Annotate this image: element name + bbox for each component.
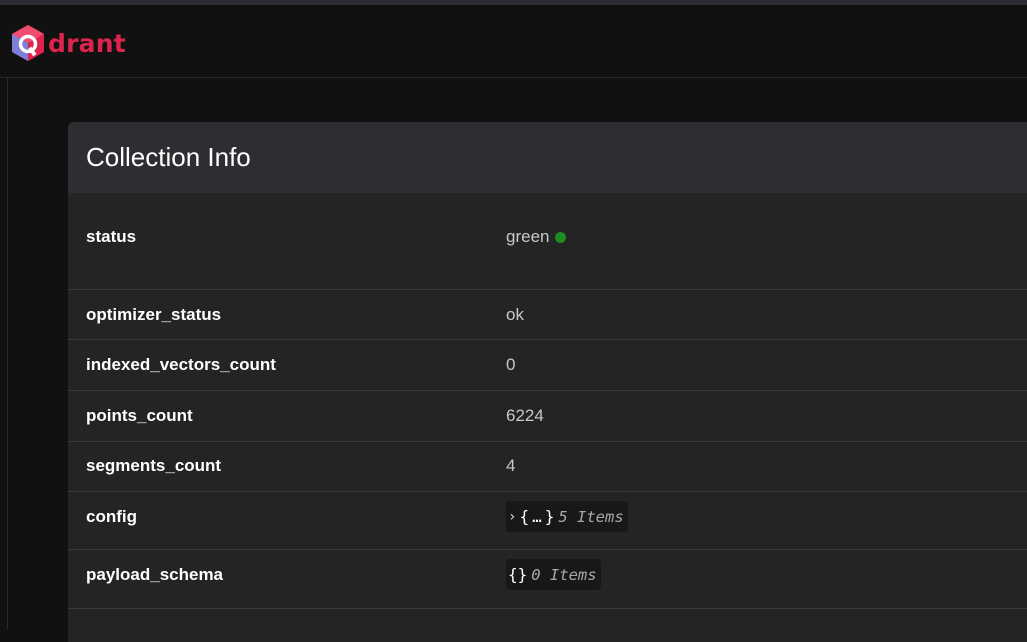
qdrant-cube-icon [12, 25, 44, 61]
empty-braces: {} [508, 565, 528, 584]
info-row-segments-count: segments_count 4 [68, 442, 1027, 492]
status-value: green [506, 227, 550, 246]
chevron-right-icon[interactable]: › [508, 509, 516, 525]
item-count: 5 Items [558, 507, 624, 526]
row-key: payload_schema [86, 565, 224, 584]
row-key: status [86, 227, 137, 246]
row-value: green [506, 227, 567, 247]
info-row-points-count: points_count 6224 [68, 391, 1027, 442]
row-value: 4 [506, 456, 516, 475]
row-key: indexed_vectors_count [86, 355, 276, 374]
close-brace: } [544, 507, 555, 526]
open-brace: { [519, 507, 530, 526]
row-value: › { … } 5 Items [506, 501, 628, 532]
app-header: drant [0, 5, 1027, 78]
row-key: config [86, 507, 137, 526]
sidebar-divider [7, 78, 8, 630]
info-row-status: status green [68, 193, 1027, 290]
card-title: Collection Info [86, 142, 251, 172]
info-row-indexed-vectors-count: indexed_vectors_count 0 [68, 340, 1027, 391]
item-count: 0 Items [531, 565, 597, 584]
collection-info-card: Collection Info status green optimizer_s… [68, 122, 1027, 642]
row-key: points_count [86, 406, 193, 425]
row-key: segments_count [86, 456, 222, 475]
info-row-optimizer-status: optimizer_status ok [68, 290, 1027, 340]
payload-schema-json-viewer[interactable]: {} 0 Items [506, 559, 601, 590]
row-key: optimizer_status [86, 305, 222, 324]
row-value: ok [506, 305, 524, 324]
row-value: {} 0 Items [506, 559, 601, 590]
row-value: 0 [506, 355, 516, 374]
app-logo[interactable]: drant [10, 22, 126, 64]
card-header: Collection Info [68, 122, 1027, 193]
logo-text: drant [48, 28, 126, 58]
status-indicator-icon [555, 231, 567, 243]
row-value: 6224 [506, 406, 544, 425]
config-json-viewer[interactable]: › { … } 5 Items [506, 501, 628, 532]
collapsed-ellipsis[interactable]: … [532, 507, 542, 526]
info-row-config: config › { … } 5 Items [68, 492, 1027, 550]
info-row-payload-schema: payload_schema {} 0 Items [68, 550, 1027, 609]
